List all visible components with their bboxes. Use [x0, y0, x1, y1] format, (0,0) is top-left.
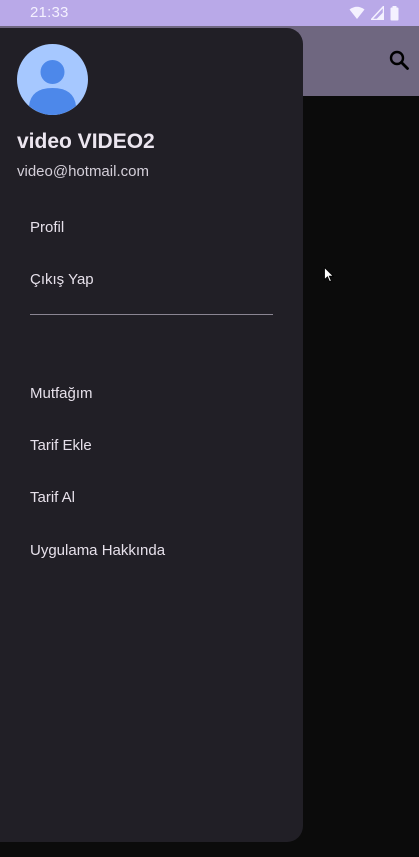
- menu-item-uygulama-hakkinda[interactable]: Uygulama Hakkında: [14, 529, 284, 573]
- menu-item-cikis-yap[interactable]: Çıkış Yap: [14, 258, 284, 302]
- menu-item-label: Uygulama Hakkında: [30, 542, 166, 559]
- status-icons: [349, 5, 399, 21]
- avatar[interactable]: [17, 44, 88, 115]
- menu-item-tarif-al[interactable]: Tarif Al: [14, 476, 284, 520]
- menu-item-label: Tarif Ekle: [30, 437, 92, 454]
- menu-divider: [30, 314, 273, 315]
- menu-item-label: Profil: [30, 219, 65, 236]
- user-name: video VIDEO2: [17, 130, 155, 153]
- user-email: video@hotmail.com: [17, 163, 149, 180]
- status-bar: 21:33: [0, 0, 419, 26]
- menu-item-label: Tarif Al: [30, 489, 76, 506]
- battery-icon: [390, 5, 399, 20]
- menu-item-tarif-ekle[interactable]: Tarif Ekle: [14, 424, 284, 468]
- mouse-cursor-icon: [324, 267, 334, 283]
- menu-item-mutfagim[interactable]: Mutfağım: [14, 372, 284, 416]
- navigation-drawer: video VIDEO2 video@hotmail.com Profil Çı…: [0, 28, 303, 842]
- signal-icon: [371, 6, 384, 20]
- app-screen: 21:33 video VIDEO2 video@hotmail.com Pro…: [0, 0, 419, 857]
- menu-item-profil[interactable]: Profil: [14, 206, 284, 250]
- menu-item-label: Mutfağım: [30, 385, 93, 402]
- status-time: 21:33: [30, 4, 69, 21]
- account-circle-icon: [29, 60, 76, 115]
- wifi-icon: [349, 6, 365, 19]
- menu-item-label: Çıkış Yap: [30, 271, 94, 288]
